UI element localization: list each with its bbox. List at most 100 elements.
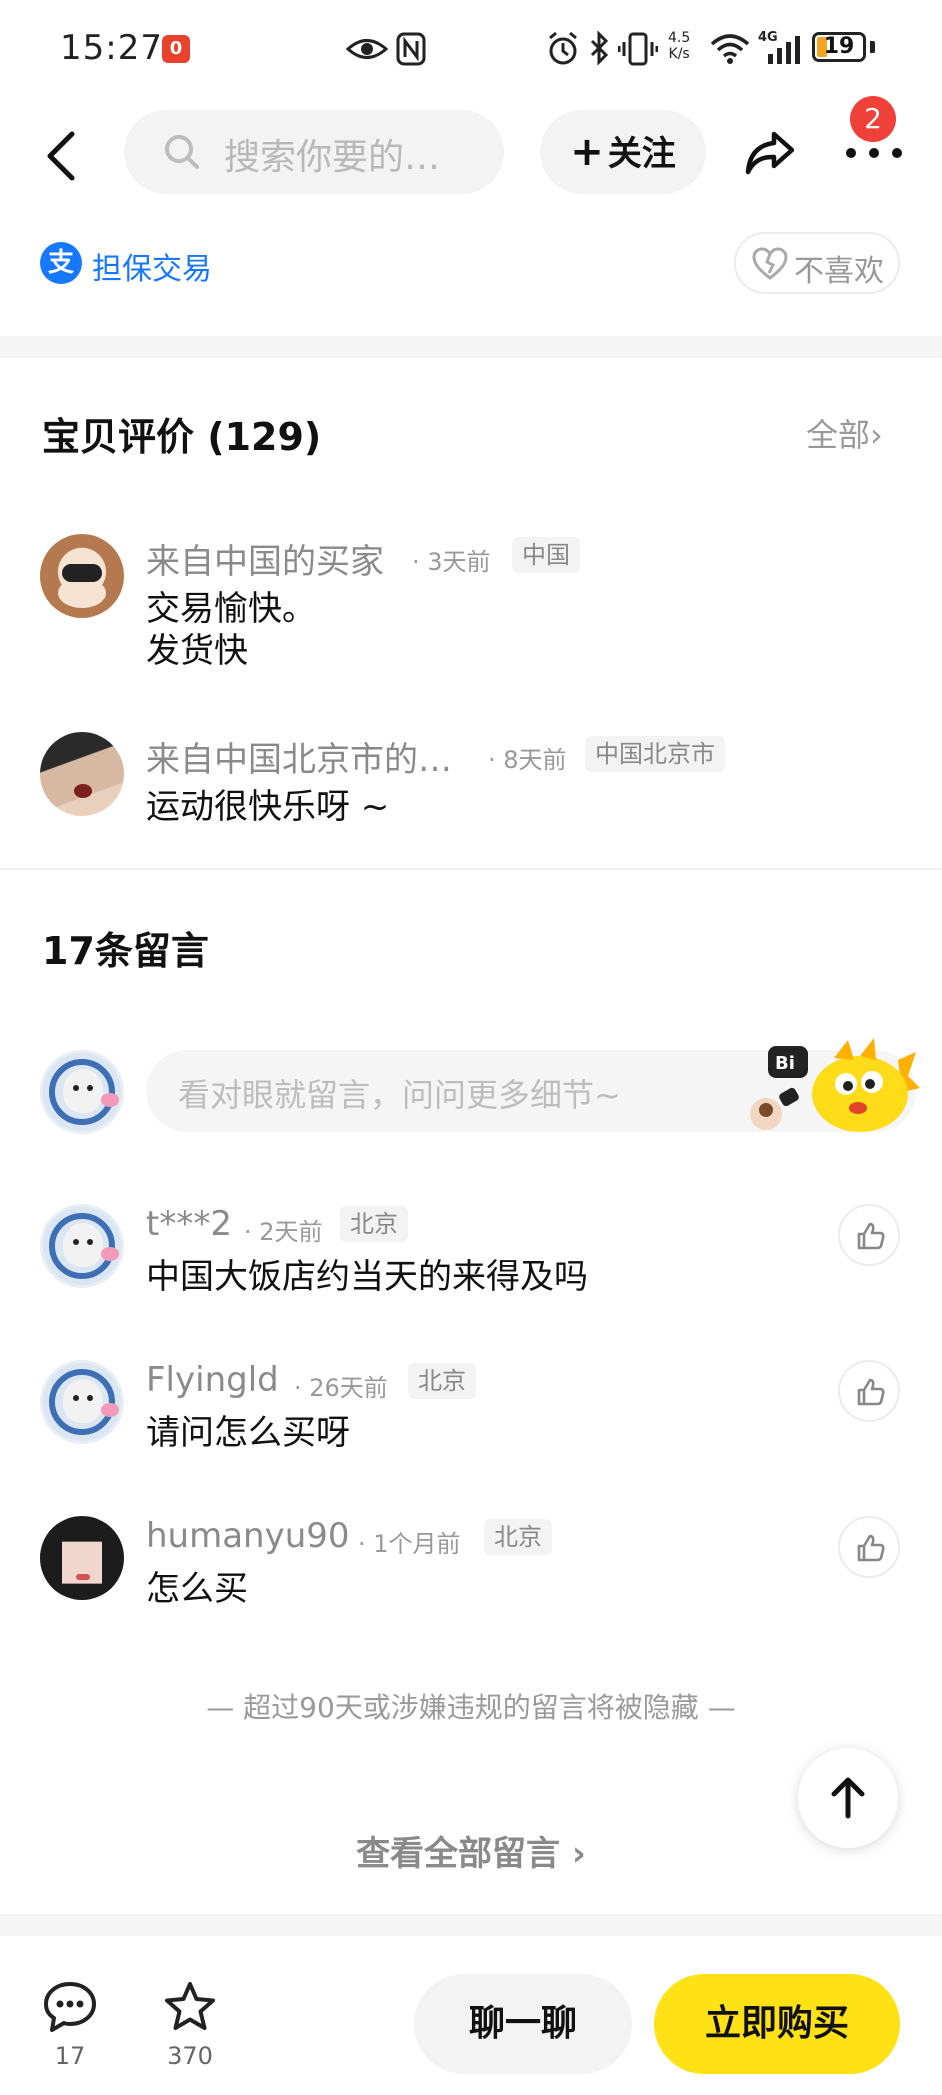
location-tag: 中国 (512, 537, 580, 573)
avatar-eye (87, 1239, 93, 1245)
wifi-icon (710, 34, 750, 64)
notification-badge-icon: 0 (162, 35, 190, 63)
mascot-fish-icon: Bi (750, 1038, 920, 1132)
notification-count-badge: 2 (850, 96, 896, 142)
thumbs-up-icon (857, 1222, 885, 1250)
favorite-count: 370 (167, 2042, 213, 2070)
follow-button[interactable]: + 关注 (540, 110, 706, 194)
thumbs-up-icon (857, 1378, 885, 1406)
review-text: 交易愉快。 (146, 589, 316, 629)
avatar (40, 1050, 124, 1134)
dislike-button[interactable]: 不喜欢 (734, 232, 900, 294)
chevron-right-icon: › (870, 416, 883, 454)
eye-icon (346, 39, 388, 59)
avatar[interactable] (40, 1204, 124, 1288)
follow-label: 关注 (607, 134, 676, 174)
alipay-icon: 支 (40, 242, 82, 284)
comment-text: 请问怎么买呀 (146, 1413, 350, 1453)
reviewer-name[interactable]: 来自中国的买家 (146, 534, 384, 583)
favorite-action[interactable]: 370 (150, 1980, 230, 2070)
avatar-eye (73, 1085, 79, 1091)
commenter-name[interactable]: humanyu90 (146, 1516, 350, 1556)
net-speed-unit: K/s (668, 46, 690, 62)
location-tag: 北京 (340, 1206, 408, 1242)
status-bar: 15:27 0 4.5 K/s 4G 19 (0, 0, 942, 100)
search-input[interactable]: 搜索你要的… (124, 110, 504, 194)
nfc-icon (396, 32, 426, 66)
avatar-eye (87, 1395, 93, 1401)
review-time: · 8天前 (488, 746, 567, 774)
avatar-head (63, 1223, 103, 1267)
comment-time: · 2天前 (244, 1218, 323, 1246)
avatar-face (58, 578, 106, 608)
dot-icon (846, 148, 856, 158)
comment-count: 17 (54, 2042, 86, 2070)
signal-icon (768, 36, 800, 64)
see-all-reviews-link[interactable]: 全部› (806, 410, 883, 456)
avatar[interactable] (40, 1360, 124, 1444)
vibrate-icon (618, 32, 658, 66)
comment-time: · 26天前 (294, 1374, 388, 1402)
back-arrow-icon[interactable] (40, 128, 84, 184)
reviews-title: 宝贝评价 (129) (42, 415, 322, 459)
avatar-lip (76, 1574, 90, 1580)
dot-icon (869, 148, 879, 158)
hidden-comments-note: — 超过90天或涉嫌违规的留言将被隐藏 — (206, 1691, 736, 1724)
commenter-name[interactable]: Flyingld (146, 1360, 279, 1400)
bluetooth-icon (590, 30, 609, 66)
avatar-head (63, 1069, 103, 1113)
battery-icon: 19 (812, 32, 866, 62)
location-tag: 北京 (484, 1519, 552, 1555)
section-divider (0, 336, 942, 358)
comments-title: 17条留言 (42, 929, 209, 973)
avatar-accessory (101, 1403, 119, 1417)
guarantee-label: 担保交易 (92, 252, 212, 287)
comment-text: 中国大饭店约当天的来得及吗 (146, 1257, 588, 1297)
battery-tip (870, 41, 875, 53)
avatar-head (63, 1379, 103, 1423)
buy-now-button[interactable]: 立即购买 (654, 1974, 900, 2074)
divider (0, 868, 942, 870)
see-all-label: 全部 (806, 416, 871, 454)
broken-heart-icon (752, 247, 788, 280)
avatar-accessory (101, 1247, 119, 1261)
review-time: · 3天前 (412, 548, 491, 576)
like-button[interactable] (838, 1516, 900, 1578)
search-placeholder: 搜索你要的… (224, 137, 441, 178)
like-button[interactable] (838, 1360, 900, 1422)
battery-percent: 19 (823, 34, 855, 59)
status-time: 15:27 (60, 28, 163, 68)
like-button[interactable] (838, 1204, 900, 1266)
commenter-name[interactable]: t***2 (146, 1204, 232, 1244)
avatar-mouth (74, 784, 92, 798)
avatar-hair (40, 1516, 62, 1600)
location-tag: 北京 (408, 1363, 476, 1399)
mascot-bubble-text: Bi (775, 1053, 795, 1074)
chevron-right-icon: › (571, 1834, 586, 1874)
chat-button[interactable]: 聊一聊 (414, 1974, 632, 2074)
avatar[interactable] (40, 534, 124, 618)
dot-icon (892, 148, 902, 158)
search-icon (165, 135, 199, 169)
section-divider (0, 1914, 942, 1936)
avatar[interactable] (40, 732, 124, 816)
comment-action[interactable]: 17 (30, 1980, 110, 2070)
reviewer-name[interactable]: 来自中国北京市的… (146, 732, 452, 781)
view-all-label: 查看全部留言 (356, 1834, 561, 1874)
comment-placeholder: 看对眼就留言，问问更多细节~ (178, 1076, 621, 1114)
comment-text: 怎么买 (146, 1569, 248, 1609)
view-all-comments-link[interactable]: 查看全部留言 › (0, 1826, 942, 1875)
more-menu-button[interactable] (846, 142, 902, 162)
bottom-action-bar: 17 370 聊一聊 立即购买 (0, 1936, 942, 2095)
share-icon[interactable] (742, 124, 798, 180)
avatar-eye (73, 1395, 79, 1401)
star-icon (165, 1982, 215, 2030)
avatar-hair (102, 1516, 124, 1600)
thumbs-up-icon (857, 1534, 885, 1562)
avatar[interactable] (40, 1516, 124, 1600)
avatar-eye (73, 1239, 79, 1245)
review-text: 运动很快乐呀 ~ (146, 787, 390, 827)
avatar-eye (87, 1085, 93, 1091)
net-speed-value: 4.5 (668, 30, 691, 46)
avatar-visor (62, 564, 102, 582)
